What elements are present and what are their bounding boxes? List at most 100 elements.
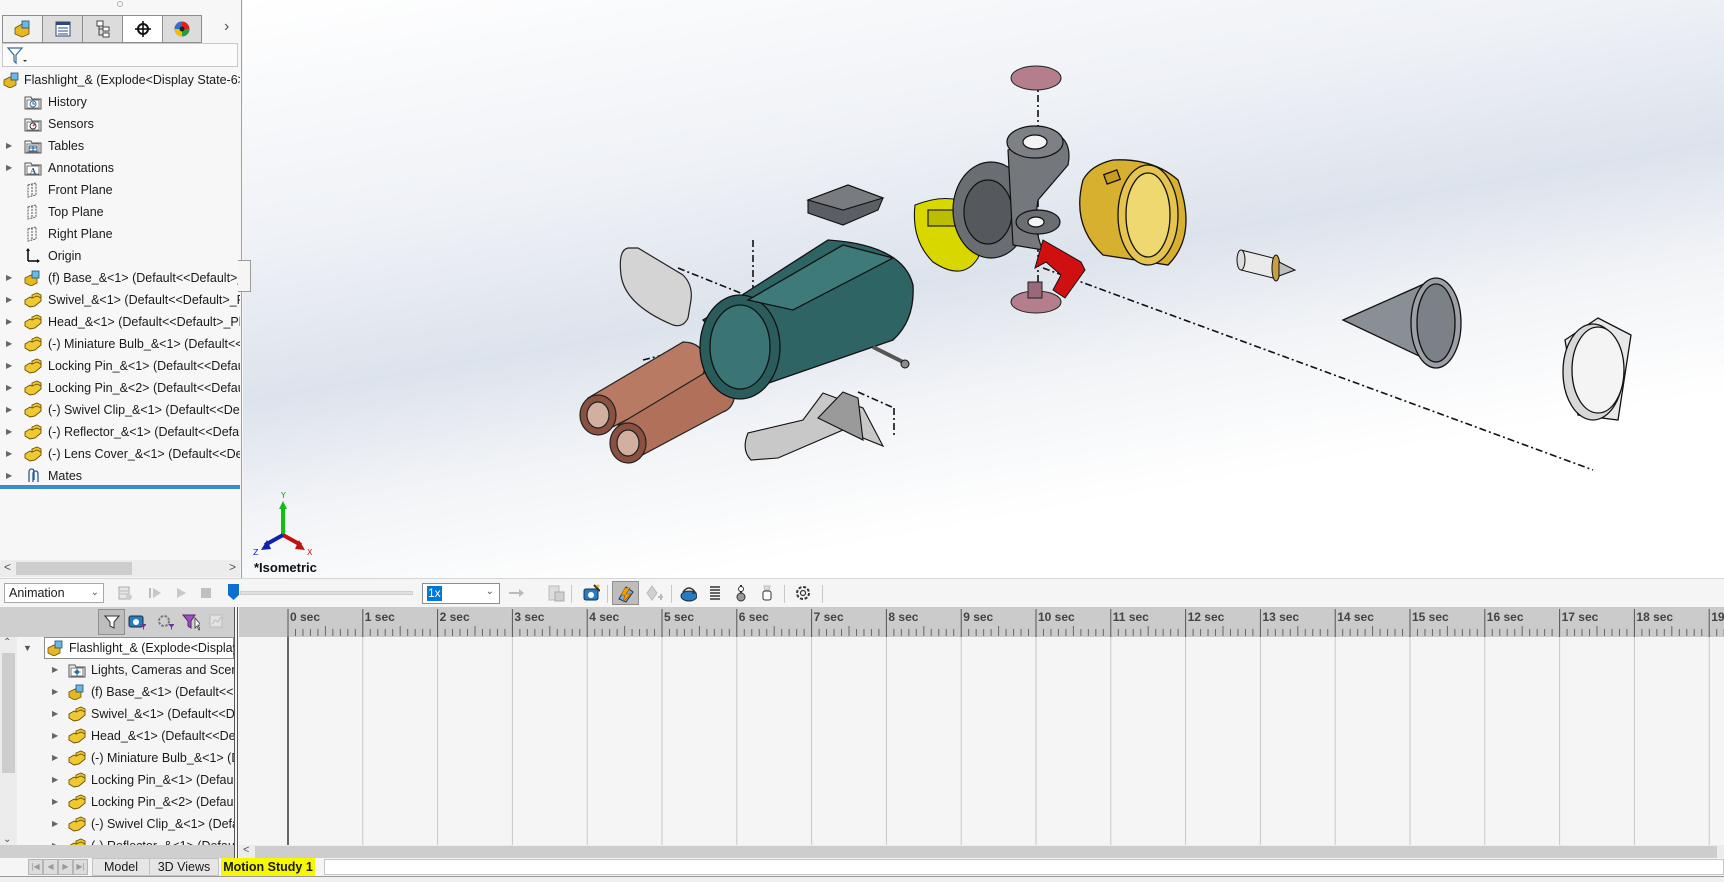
graphics-area[interactable]: Y X Z *Isometric (243, 0, 1724, 578)
filter-results-disabled-icon[interactable] (208, 613, 226, 631)
motion-tree-item[interactable]: ▶ Swivel_&<1> (Default<<De (18, 703, 234, 725)
motion-tree-item[interactable]: ▶ Lights, Cameras and Scene (18, 659, 234, 681)
motor-icon[interactable] (679, 584, 697, 602)
timeline-hscrollbar[interactable]: < (239, 844, 1724, 859)
configurationmanager-tab[interactable] (82, 15, 122, 43)
expand-arrow-icon[interactable]: ▶ (52, 747, 58, 769)
motion-tree-item[interactable]: ▶ (-) Miniature Bulb_&<1> (D (18, 747, 234, 769)
motion-tree-item[interactable]: ▶ (f) Base_&<1> (Default<<D (18, 681, 234, 703)
scroll-up-arrow[interactable]: ⌃ (3, 637, 11, 648)
panel-grip[interactable] (117, 1, 123, 7)
motion-tree-item[interactable]: ▶ (-) Swivel Clip_&<1> (Defa (18, 813, 234, 835)
panel-split-bar[interactable] (0, 485, 240, 489)
dimxpertmanager-tab[interactable] (122, 15, 162, 43)
tree-item[interactable]: ▶ (-) Reflector_&<1> (Default<<Defau (0, 421, 240, 443)
tree-item[interactable]: Sensors (0, 113, 240, 135)
playback-mode-icon[interactable] (507, 584, 525, 602)
tree-item[interactable]: ▶ Locking Pin_&<2> (Default<<Defau (0, 377, 240, 399)
expand-arrow-icon[interactable]: ▶ (6, 333, 16, 355)
first-tab-button[interactable]: |◀ (28, 859, 43, 875)
displaymanager-tab[interactable] (162, 15, 202, 43)
expand-arrow-icon[interactable]: ▶ (6, 311, 16, 333)
collapse-arrow-icon[interactable]: ▼ (23, 637, 32, 659)
expand-arrow-icon[interactable]: ▶ (52, 703, 58, 725)
flyout-tree-handle[interactable] (238, 260, 251, 292)
gravity-icon[interactable] (758, 584, 776, 602)
expand-arrow-icon[interactable]: ▶ (52, 835, 58, 845)
timeline-ruler[interactable]: 0 sec 1 sec 2 sec 3 sec 4 sec 5 sec 6 sec 7 sec… (239, 607, 1724, 637)
stop-icon[interactable] (197, 584, 215, 602)
feature-tree-hscrollbar[interactable]: < > (0, 560, 240, 577)
tree-item[interactable]: History (0, 91, 240, 113)
tree-item[interactable]: ▶ (-) Lens Cover_&<1> (Default<<Defa (0, 443, 240, 465)
expand-arrow-icon[interactable]: ▶ (6, 465, 16, 487)
propertymanager-tab[interactable] (42, 15, 82, 43)
tree-item[interactable]: ▶ (f) Base_&<1> (Default<<Default>_A (0, 267, 240, 289)
exploded-flashlight-model[interactable]: Y X Z (243, 0, 1724, 578)
motion-tree-item[interactable]: ▶ (-) Reflector_&<1> (Defau (18, 835, 234, 845)
playback-speed-select[interactable]: 1x ⌄ (422, 583, 500, 604)
tree-item[interactable]: Right Plane (0, 223, 240, 245)
tree-item[interactable]: Top Plane (0, 201, 240, 223)
motion-tree-item[interactable]: ▶ Head_&<1> (Default<<De (18, 725, 234, 747)
filter-animated-button[interactable] (98, 609, 125, 635)
playhead-slider-thumb[interactable] (228, 584, 239, 600)
tree-item[interactable]: ▶ Locking Pin_&<1> (Default<<Defau (0, 355, 240, 377)
tree-item[interactable]: ▶ Head_&<1> (Default<<Default>_Ph (0, 311, 240, 333)
expand-arrow-icon[interactable]: ▶ (52, 791, 58, 813)
play-from-start-icon[interactable] (146, 584, 164, 602)
expand-arrow-icon[interactable]: ▶ (52, 681, 58, 703)
motion-tree-item[interactable]: ▶ Locking Pin_&<2> (Defaul (18, 791, 234, 813)
scroll-down-arrow[interactable]: ⌄ (3, 834, 11, 845)
contact-icon[interactable] (732, 584, 750, 602)
featuremanager-tab[interactable] (2, 15, 42, 43)
expand-arrow-icon[interactable]: ▶ (6, 377, 16, 399)
scroll-thumb[interactable] (16, 562, 132, 575)
next-tab-button[interactable]: ▶ (58, 859, 73, 875)
expand-arrow-icon[interactable]: ▶ (6, 267, 16, 289)
scroll-thumb[interactable] (255, 846, 1717, 858)
motion-tree-vscrollbar[interactable]: ⌃ ⌄ (0, 637, 17, 845)
tree-item[interactable]: ▶ (-) Miniature Bulb_&<1> (Default<< (0, 333, 240, 355)
expand-arrow-icon[interactable]: ▶ (6, 289, 16, 311)
save-animation-icon[interactable] (547, 584, 565, 602)
tab-motion-study-1[interactable]: Motion Study 1 (221, 858, 315, 876)
tab-model[interactable]: Model (92, 858, 150, 876)
study-type-select[interactable]: Animation ⌄ (4, 583, 104, 603)
expand-arrow-icon[interactable]: ▶ (52, 725, 58, 747)
expand-arrow-icon[interactable]: ▶ (6, 399, 16, 421)
tree-item[interactable]: Front Plane (0, 179, 240, 201)
filter-results-icon[interactable] (182, 613, 200, 631)
last-tab-button[interactable]: ▶| (73, 859, 88, 875)
expand-arrow-icon[interactable]: ▶ (6, 443, 16, 465)
expand-arrow-icon[interactable]: ▶ (6, 135, 16, 157)
filter-icon[interactable] (6, 46, 30, 66)
tab-3d-views[interactable]: 3D Views (149, 858, 219, 876)
more-tabs-arrow[interactable]: › (224, 18, 229, 36)
tree-item[interactable]: Origin (0, 245, 240, 267)
prev-tab-button[interactable]: ◀ (43, 859, 58, 875)
scroll-right-arrow[interactable]: > (229, 560, 236, 574)
timeline-area[interactable]: 0 sec 1 sec 2 sec 3 sec 4 sec 5 sec 6 sec 7 sec… (239, 607, 1724, 845)
motion-study-properties-icon[interactable] (794, 584, 812, 602)
calculate-icon[interactable] (116, 584, 134, 602)
autokey-toggle[interactable] (612, 581, 639, 605)
tree-item[interactable]: ▶ Tables (0, 135, 240, 157)
tree-item[interactable]: ▶ Mates (0, 465, 240, 487)
expand-arrow-icon[interactable]: ▶ (52, 813, 58, 835)
spring-icon[interactable] (706, 584, 724, 602)
filter-driving-icon[interactable] (128, 613, 146, 631)
scroll-left-arrow[interactable]: < (4, 560, 11, 574)
motion-tree-root[interactable]: ▼ Flashlight_& (Explode<Display (23, 637, 234, 659)
motion-tree-item[interactable]: ▶ Locking Pin_&<1> (Defaul (18, 769, 234, 791)
feature-tree-filter[interactable] (2, 43, 238, 67)
add-update-key-icon[interactable] (645, 584, 663, 602)
scroll-thumb[interactable] (2, 653, 15, 773)
motion-tree-hscrollbar[interactable] (0, 845, 234, 859)
tree-item[interactable]: Flashlight_& (Explode<Display State-6>) (0, 69, 240, 91)
filter-selected-icon[interactable] (156, 613, 174, 631)
expand-arrow-icon[interactable]: ▶ (52, 659, 58, 681)
tree-item[interactable]: ▶ Swivel_&<1> (Default<<Default>_Ph (0, 289, 240, 311)
play-icon[interactable] (172, 584, 190, 602)
expand-arrow-icon[interactable]: ▶ (52, 769, 58, 791)
